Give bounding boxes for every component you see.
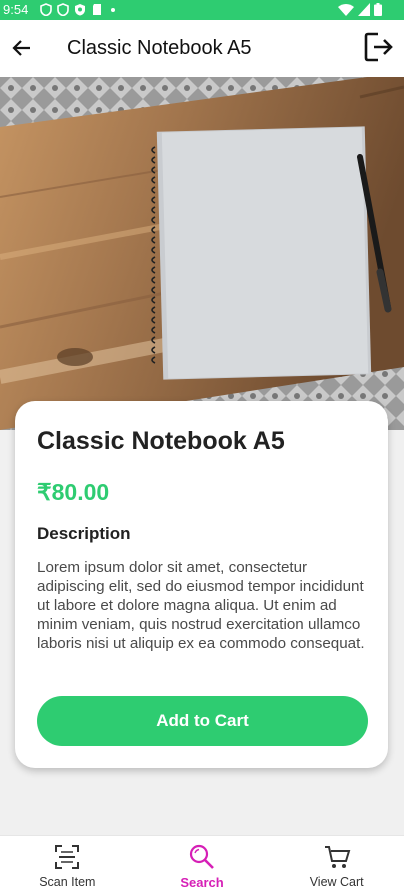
logout-button[interactable]	[362, 30, 394, 64]
shield-icon	[74, 3, 86, 16]
nav-item-cart[interactable]: View Cart	[269, 836, 404, 893]
nav-label: Search	[180, 875, 224, 890]
product-image	[0, 77, 404, 430]
logout-icon	[364, 32, 393, 62]
nav-item-scan[interactable]: Scan Item	[0, 836, 135, 893]
description-label: Description	[37, 524, 131, 543]
nav-item-search[interactable]: Search	[135, 836, 270, 893]
scan-icon	[55, 845, 80, 869]
shield-icon	[57, 3, 69, 17]
status-time: 9:54	[3, 2, 29, 17]
product-card: Classic Notebook A5 ₹80.00 Description L…	[15, 401, 388, 768]
shield-icon	[40, 3, 52, 17]
status-bar: 9:54	[0, 0, 404, 20]
product-name: Classic Notebook A5	[37, 427, 285, 455]
battery-icon	[374, 3, 382, 16]
app-bar: Classic Notebook A5	[0, 20, 404, 77]
search-icon	[189, 844, 214, 869]
sd-card-icon	[91, 3, 103, 16]
nav-label: View Cart	[309, 875, 364, 889]
dot-icon	[108, 3, 120, 16]
description-text: Lorem ipsum dolor sit amet, consectetur …	[37, 559, 365, 652]
status-notification-icons	[40, 3, 120, 17]
back-button[interactable]	[10, 36, 34, 60]
wifi-icon	[338, 4, 354, 16]
nav-label: Scan Item	[39, 875, 96, 889]
add-to-cart-button[interactable]: Add to Cart	[37, 696, 368, 746]
arrow-left-icon	[12, 40, 30, 56]
status-system-icons	[338, 3, 382, 16]
cart-icon	[324, 846, 351, 868]
bottom-nav: Scan Item Search View Cart	[0, 835, 404, 893]
product-price: ₹80.00	[37, 479, 110, 505]
page-title: Classic Notebook A5	[67, 37, 252, 59]
signal-icon	[358, 3, 370, 16]
